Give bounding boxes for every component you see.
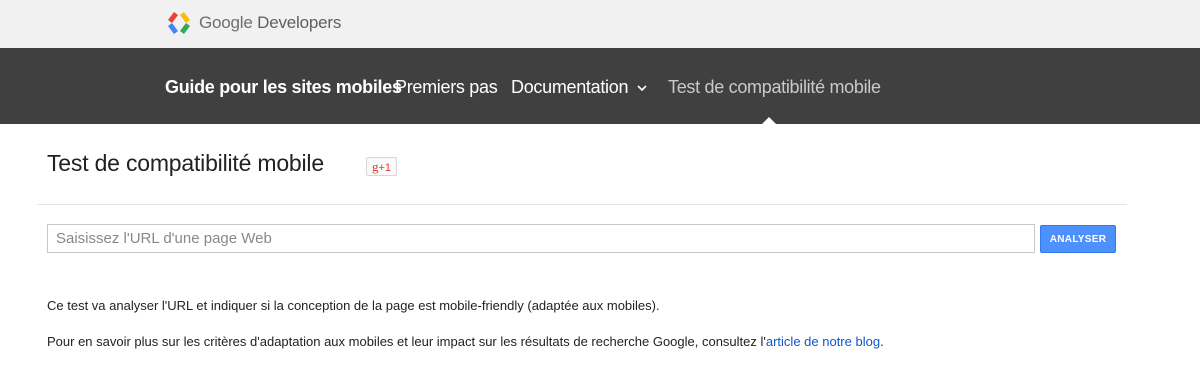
google-developers-logo[interactable]: Google Developers [166, 11, 341, 35]
url-input[interactable] [47, 224, 1035, 253]
gplus-button[interactable]: g+1 [366, 157, 397, 176]
info-text: Pour en savoir plus sur les critères d'a… [47, 334, 884, 349]
logo-text-google: Google [199, 13, 253, 32]
nav-item-test-compatibilite[interactable]: Test de compatibilité mobile [668, 48, 881, 124]
page-title: Test de compatibilité mobile [47, 150, 324, 176]
logo-text: Google Developers [199, 13, 341, 33]
nav-item-documentation[interactable]: Documentation [511, 48, 647, 124]
blog-article-link[interactable]: article de notre blog [766, 334, 880, 349]
nav-item-documentation-label: Documentation [511, 77, 629, 97]
gplus-count: +1 [378, 162, 392, 174]
description-text: Ce test va analyser l'URL et indiquer si… [47, 298, 660, 313]
top-bar: Google Developers [0, 0, 1200, 48]
active-nav-indicator [762, 117, 776, 124]
analyze-button[interactable]: ANALYSER [1040, 225, 1116, 253]
logo-text-developers: Developers [257, 13, 342, 32]
nav-item-guide[interactable]: Guide pour les sites mobiles [165, 48, 402, 124]
info-text-before: Pour en savoir plus sur les critères d'a… [47, 334, 766, 349]
chevron-down-icon [637, 85, 647, 91]
google-developers-logo-icon [168, 12, 190, 34]
main-nav: Guide pour les sites mobiles Premiers pa… [0, 48, 1200, 124]
info-text-after: . [880, 334, 884, 349]
nav-item-premiers-pas[interactable]: Premiers pas [395, 48, 498, 124]
divider [37, 204, 1127, 205]
